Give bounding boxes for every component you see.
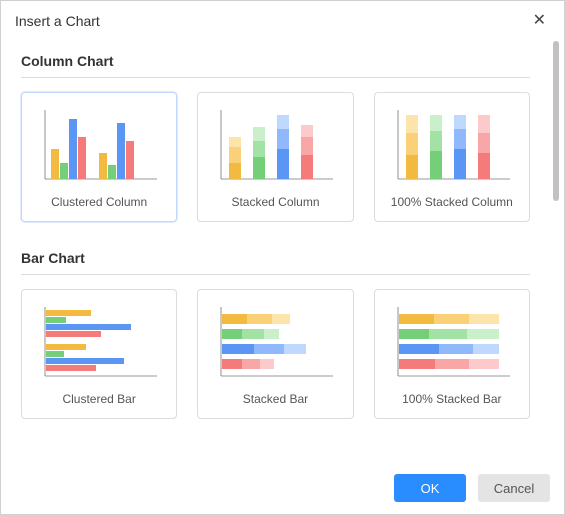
stacked-bar-icon: [206, 298, 344, 386]
ok-button[interactable]: OK: [394, 474, 466, 502]
scrollbar-thumb[interactable]: [553, 41, 559, 201]
dialog-title: Insert a Chart: [15, 13, 100, 29]
dialog-footer: OK Cancel: [1, 464, 564, 514]
column-chart-grid: Clustered Column: [21, 92, 530, 222]
clustered-bar-icon: [30, 298, 168, 386]
chart-option-stacked-bar[interactable]: Stacked Bar: [197, 289, 353, 419]
insert-chart-dialog: Insert a Chart ✕ Column Chart: [0, 0, 565, 515]
bar-chart-grid: Clustered Bar: [21, 289, 530, 419]
chart-gallery: Column Chart: [1, 39, 550, 464]
dialog-content: Column Chart: [1, 39, 564, 464]
chart-option-stacked-column[interactable]: Stacked Column: [197, 92, 353, 222]
chart-label: Stacked Bar: [243, 386, 308, 406]
chart-label: Stacked Column: [231, 189, 319, 209]
clustered-column-icon: [30, 101, 168, 189]
vertical-scrollbar[interactable]: [550, 39, 564, 464]
close-icon[interactable]: ✕: [529, 11, 550, 31]
chart-label: 100% Stacked Bar: [402, 386, 501, 406]
section-title-column: Column Chart: [21, 43, 530, 78]
stacked-column-icon: [206, 101, 344, 189]
chart-option-100-stacked-column[interactable]: 100% Stacked Column: [374, 92, 530, 222]
chart-option-clustered-bar[interactable]: Clustered Bar: [21, 289, 177, 419]
100-stacked-column-icon: [383, 101, 521, 189]
chart-label: Clustered Column: [51, 189, 147, 209]
chart-label: Clustered Bar: [62, 386, 135, 406]
100-stacked-bar-icon: [383, 298, 521, 386]
chart-option-100-stacked-bar[interactable]: 100% Stacked Bar: [374, 289, 530, 419]
chart-label: 100% Stacked Column: [391, 189, 513, 209]
cancel-button[interactable]: Cancel: [478, 474, 550, 502]
chart-option-clustered-column[interactable]: Clustered Column: [21, 92, 177, 222]
dialog-titlebar: Insert a Chart ✕: [1, 1, 564, 39]
section-title-bar: Bar Chart: [21, 240, 530, 275]
